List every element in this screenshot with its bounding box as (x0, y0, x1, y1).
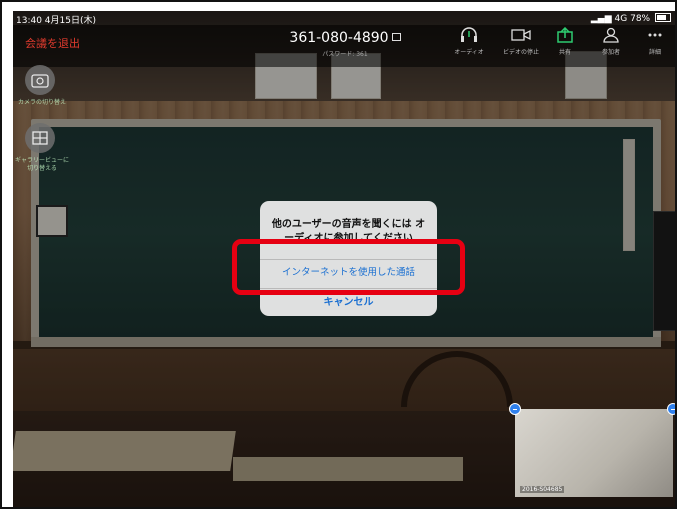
switch-camera-icon (31, 74, 49, 88)
minimize-video-icon[interactable] (667, 403, 677, 415)
meeting-toolbar: 会議を退出 361-080-4890 パスワード: 361 オーディオ ビデオの… (13, 25, 677, 67)
meeting-id: 361-080-4890 (289, 30, 389, 46)
audio-label: オーディオ (454, 49, 484, 56)
participants-button[interactable]: 参加者 (589, 27, 633, 56)
more-label: 詳細 (648, 49, 661, 56)
network-label: 4G (614, 14, 628, 24)
switch-camera-label: カメラの切り替え (17, 99, 66, 106)
battery-icon (655, 13, 671, 22)
switch-camera-button[interactable] (25, 65, 55, 95)
cancel-button[interactable]: キャンセル (260, 293, 437, 315)
grid-icon (32, 131, 48, 145)
lock-icon (391, 33, 401, 41)
signal-icon: ▂▄▆ (590, 14, 612, 24)
video-camera-icon (511, 29, 531, 41)
minimize-video-icon[interactable] (509, 403, 521, 415)
headphones-icon (461, 27, 477, 42)
gallery-view-label: ギャラリービューに切り替える (15, 157, 70, 172)
video-label: ビデオの停止 (502, 49, 539, 56)
gallery-view-button[interactable] (25, 123, 55, 153)
status-indicators: ▂▄▆ 4G 78% (591, 13, 671, 24)
app-window: 13:40 4月15日(木) ▂▄▆ 4G 78% 会議を退出 361-080-… (13, 11, 677, 509)
more-button[interactable]: 詳細 (633, 27, 677, 56)
self-video-thumbnail[interactable]: 2016-S04685 (515, 409, 673, 497)
audio-button[interactable]: オーディオ (447, 27, 491, 56)
stop-video-button[interactable]: ビデオの停止 (499, 27, 543, 56)
battery-percent: 78% (630, 14, 651, 24)
participants-icon (603, 27, 619, 43)
share-button[interactable]: 共有 (543, 27, 587, 56)
participants-label: 参加者 (601, 49, 620, 56)
highlight-box (232, 239, 465, 295)
self-video-label: 2016-S04685 (520, 486, 565, 493)
share-label: 共有 (558, 49, 571, 56)
ellipsis-icon (648, 33, 662, 37)
share-icon (557, 27, 573, 43)
